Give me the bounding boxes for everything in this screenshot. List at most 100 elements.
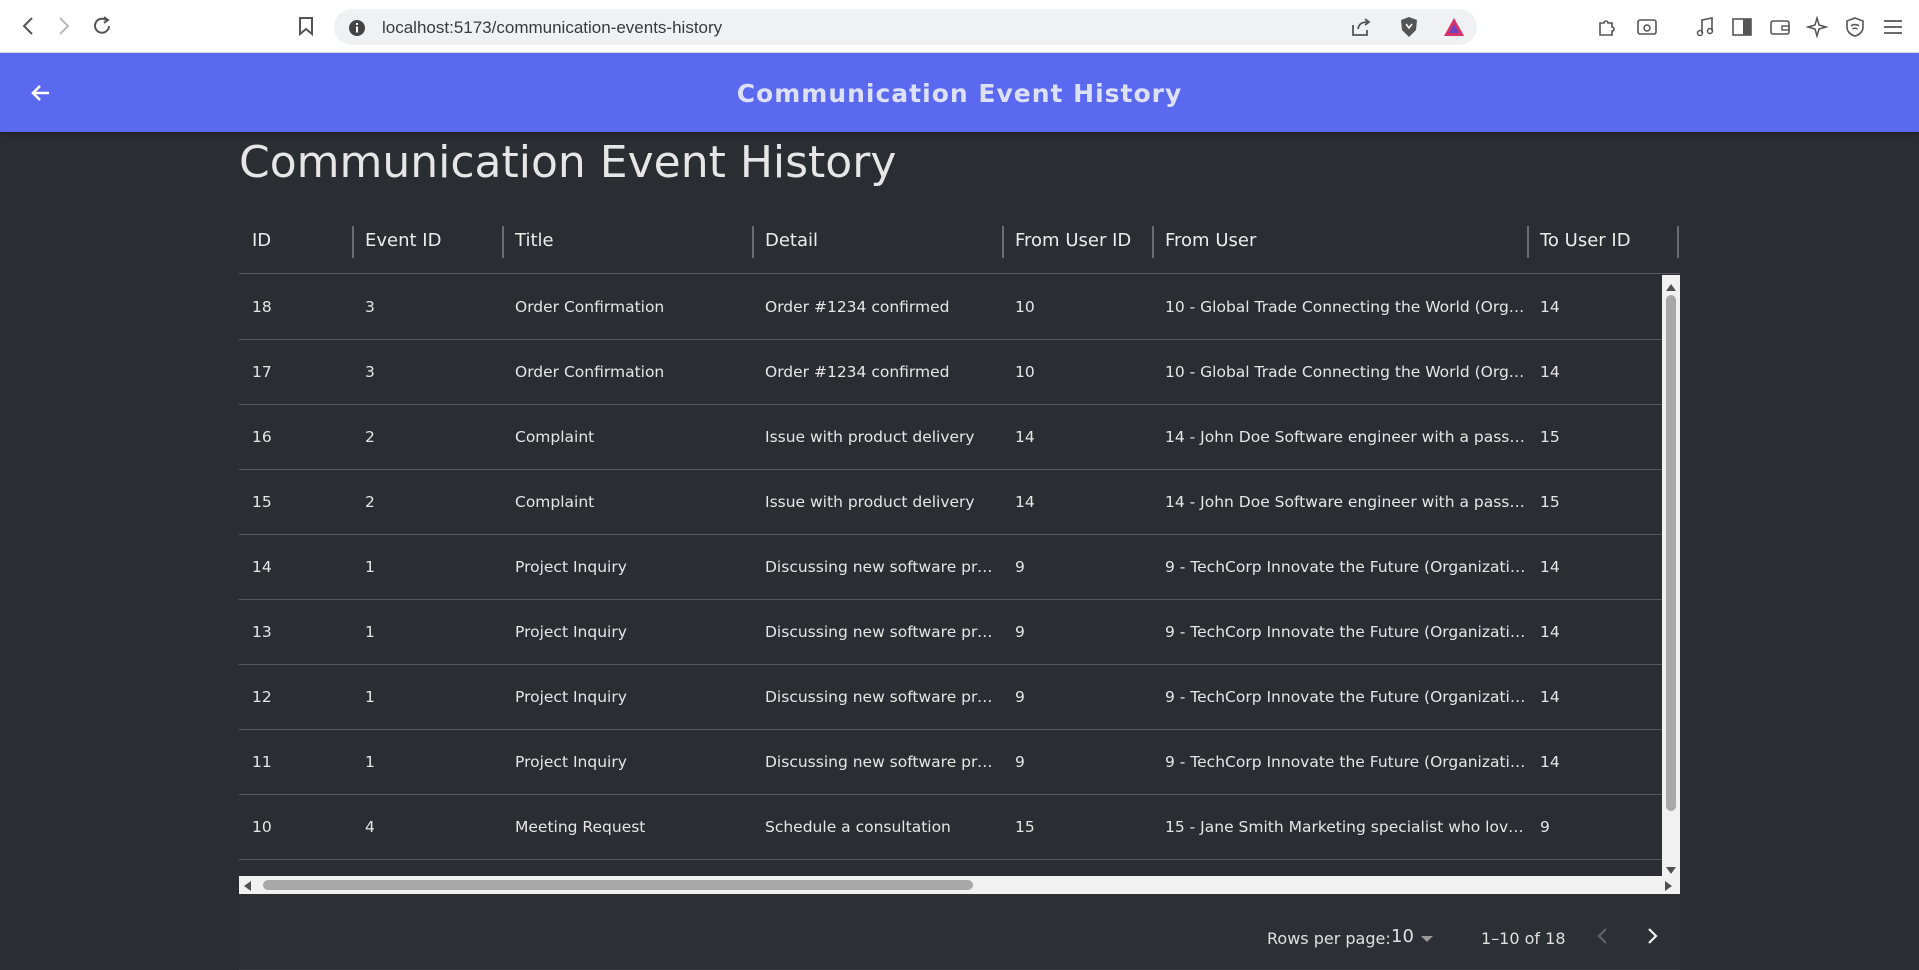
- table-row[interactable]: 16 2 Complaint Issue with product delive…: [239, 405, 1662, 470]
- brave-shield-icon[interactable]: [1398, 16, 1420, 43]
- cell-event-id: 1: [365, 753, 375, 771]
- rows-per-page-label: Rows per page:: [1267, 929, 1391, 948]
- table-row[interactable]: 12 1 Project Inquiry Discussing new soft…: [239, 665, 1662, 730]
- cell-from-user: 10 - Global Trade Connecting the World (…: [1165, 363, 1527, 381]
- cell-from-user-id: 10: [1015, 298, 1035, 316]
- cell-to-user-id: 14: [1540, 688, 1560, 706]
- cell-id: 10: [252, 818, 272, 836]
- cell-event-id: 3: [365, 298, 375, 316]
- cell-detail: Issue with product delivery: [765, 428, 975, 446]
- extensions-icon[interactable]: [1594, 14, 1620, 40]
- horizontal-scroll-thumb[interactable]: [263, 880, 973, 890]
- column-header-id[interactable]: ID: [239, 214, 352, 274]
- previous-page-button[interactable]: [1586, 920, 1618, 952]
- chevron-down-icon[interactable]: [1421, 936, 1433, 942]
- sidebar-icon[interactable]: [1729, 14, 1755, 40]
- cell-event-id: 4: [365, 818, 375, 836]
- cell-title: Complaint: [515, 493, 595, 511]
- cell-detail: Discussing new software project: [765, 753, 1002, 771]
- url-text: localhost:5173/communication-events-hist…: [382, 18, 723, 37]
- cell-from-user-id: 9: [1015, 623, 1025, 641]
- vertical-scrollbar[interactable]: [1662, 275, 1680, 876]
- table-row[interactable]: 17 3 Order Confirmation Order #1234 conf…: [239, 340, 1662, 405]
- media-icon[interactable]: [1692, 14, 1718, 40]
- cell-title: Complaint: [515, 428, 595, 446]
- vertical-scroll-thumb[interactable]: [1666, 295, 1676, 811]
- cell-to-user-id: 14: [1540, 558, 1560, 576]
- table-row[interactable]: 10 4 Meeting Request Schedule a consulta…: [239, 795, 1662, 860]
- rows-per-page-select[interactable]: 10: [1391, 926, 1414, 947]
- table-row[interactable]: 13 1 Project Inquiry Discussing new soft…: [239, 600, 1662, 665]
- site-info-icon[interactable]: [348, 19, 366, 42]
- column-header-from-user-id[interactable]: From User ID: [1002, 214, 1152, 274]
- column-header-to-user-id[interactable]: To User ID: [1527, 214, 1677, 274]
- wallet-icon[interactable]: [1767, 14, 1793, 40]
- table-row[interactable]: 15 2 Complaint Issue with product delive…: [239, 470, 1662, 535]
- column-separator[interactable]: [1677, 226, 1679, 258]
- column-header-title[interactable]: Title: [502, 214, 752, 274]
- reload-icon[interactable]: [88, 12, 116, 40]
- cell-from-user: 14 - John Doe Software engineer with a p…: [1165, 493, 1527, 511]
- table-row[interactable]: 11 1 Project Inquiry Discussing new soft…: [239, 730, 1662, 795]
- cell-id: 14: [252, 558, 272, 576]
- cell-from-user: 9 - TechCorp Innovate the Future (Organi…: [1165, 558, 1527, 576]
- menu-icon[interactable]: [1880, 14, 1906, 40]
- pagination-range: 1–10 of 18: [1481, 929, 1566, 948]
- column-header-event-id[interactable]: Event ID: [352, 214, 502, 274]
- cell-id: 15: [252, 493, 272, 511]
- cell-from-user: 9 - TechCorp Innovate the Future (Organi…: [1165, 623, 1527, 641]
- table-pagination: Rows per page: 10 1–10 of 18: [239, 894, 1680, 970]
- cell-title: Project Inquiry: [515, 623, 627, 641]
- cell-to-user-id: 15: [1540, 493, 1560, 511]
- cell-event-id: 2: [365, 428, 375, 446]
- cell-detail: Discussing new software project: [765, 623, 1002, 641]
- cell-event-id: 2: [365, 493, 375, 511]
- cell-detail: Schedule a consultation: [765, 818, 951, 836]
- cell-from-user: 10 - Global Trade Connecting the World (…: [1165, 298, 1527, 316]
- table-header: ID Event ID Title Detail From User ID Fr…: [239, 214, 1680, 274]
- vpn-icon[interactable]: [1842, 14, 1868, 40]
- horizontal-scrollbar[interactable]: [239, 876, 1680, 894]
- brave-rewards-icon[interactable]: [1442, 16, 1466, 43]
- cell-to-user-id: 14: [1540, 753, 1560, 771]
- forward-nav-icon[interactable]: [50, 12, 78, 40]
- share-icon[interactable]: [1350, 17, 1372, 42]
- column-header-detail[interactable]: Detail: [752, 214, 1002, 274]
- table-body: 18 3 Order Confirmation Order #1234 conf…: [239, 275, 1662, 876]
- cell-title: Project Inquiry: [515, 688, 627, 706]
- reader-mode-icon[interactable]: [1634, 14, 1660, 40]
- cell-id: 11: [252, 753, 272, 771]
- table-row[interactable]: 18 3 Order Confirmation Order #1234 conf…: [239, 275, 1662, 340]
- events-table: ID Event ID Title Detail From User ID Fr…: [239, 214, 1680, 970]
- back-nav-icon[interactable]: [14, 12, 42, 40]
- column-header-from-user[interactable]: From User: [1152, 214, 1527, 274]
- cell-id: 18: [252, 298, 272, 316]
- cell-from-user: 15 - Jane Smith Marketing specialist who…: [1165, 818, 1527, 836]
- cell-title: Order Confirmation: [515, 363, 665, 381]
- address-bar[interactable]: localhost:5173/communication-events-hist…: [334, 9, 1477, 45]
- leo-ai-icon[interactable]: [1804, 14, 1830, 40]
- bookmark-icon[interactable]: [292, 12, 320, 40]
- cell-to-user-id: 14: [1540, 298, 1560, 316]
- cell-to-user-id: 15: [1540, 428, 1560, 446]
- cell-event-id: 1: [365, 688, 375, 706]
- page-title: Communication Event History: [239, 137, 897, 188]
- next-page-button[interactable]: [1637, 920, 1669, 952]
- cell-event-id: 1: [365, 623, 375, 641]
- cell-title: Project Inquiry: [515, 753, 627, 771]
- cell-from-user-id: 10: [1015, 363, 1035, 381]
- cell-from-user-id: 14: [1015, 493, 1035, 511]
- cell-id: 13: [252, 623, 272, 641]
- chevron-left-icon: [1597, 928, 1607, 944]
- cell-from-user: 14 - John Doe Software engineer with a p…: [1165, 428, 1527, 446]
- table-row[interactable]: 14 1 Project Inquiry Discussing new soft…: [239, 535, 1662, 600]
- cell-detail: Order #1234 confirmed: [765, 298, 950, 316]
- chevron-right-icon: [1648, 928, 1658, 944]
- cell-from-user-id: 9: [1015, 558, 1025, 576]
- cell-title: Order Confirmation: [515, 298, 665, 316]
- cell-title: Meeting Request: [515, 818, 646, 836]
- cell-id: 12: [252, 688, 272, 706]
- cell-id: 17: [252, 363, 272, 381]
- cell-to-user-id: 9: [1540, 818, 1550, 836]
- cell-from-user: 9 - TechCorp Innovate the Future (Organi…: [1165, 753, 1527, 771]
